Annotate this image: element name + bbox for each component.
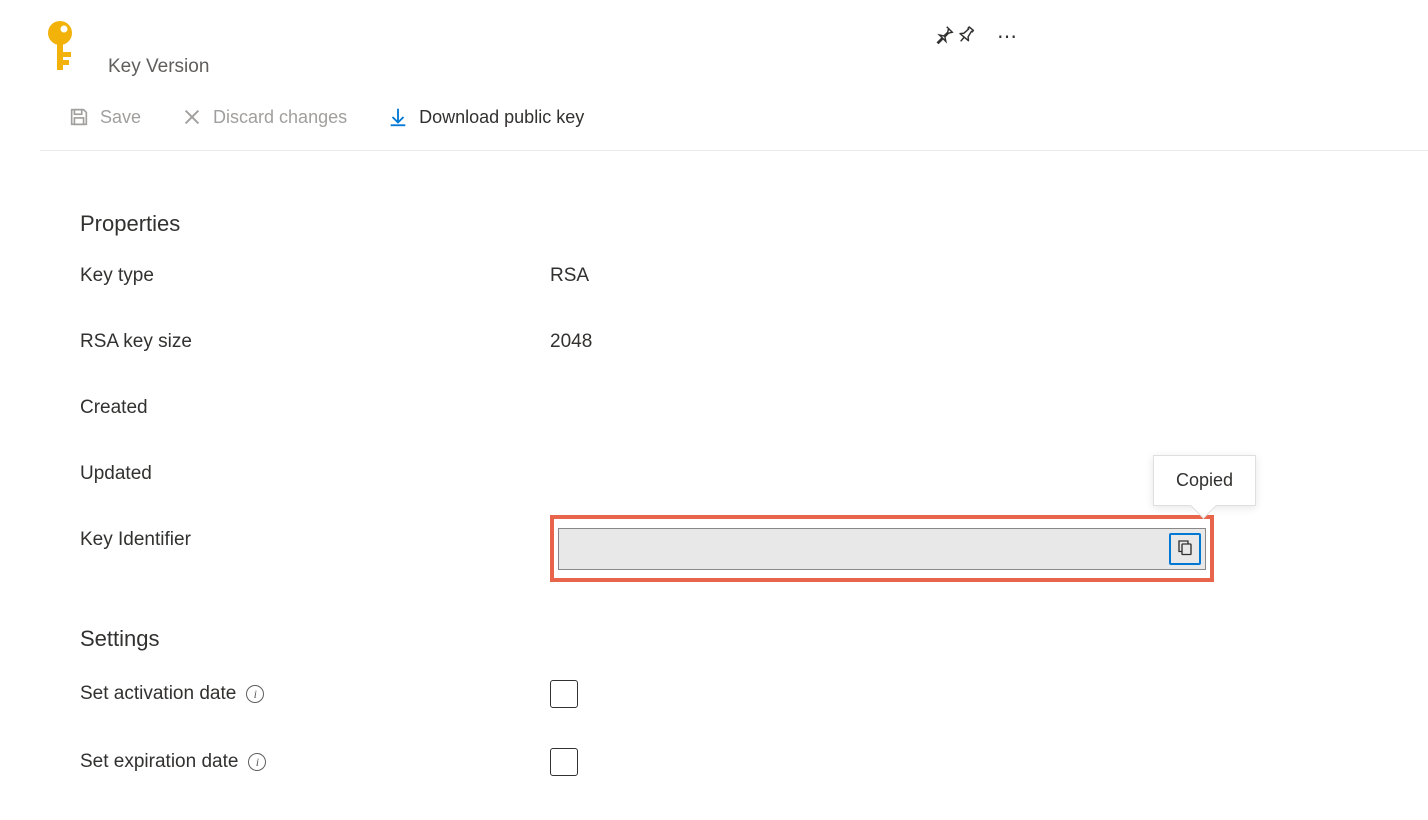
created-row: Created xyxy=(80,397,1428,419)
activation-date-row: Set activation date i xyxy=(80,680,1428,708)
key-identifier-label: Key Identifier xyxy=(80,529,550,551)
download-label: Download public key xyxy=(419,107,584,128)
updated-label: Updated xyxy=(80,463,550,485)
activation-date-checkbox[interactable] xyxy=(550,680,578,708)
key-size-row: RSA key size 2048 xyxy=(80,331,1428,353)
more-button[interactable]: ⋯ xyxy=(993,23,1023,51)
key-icon xyxy=(40,20,88,75)
info-icon[interactable]: i xyxy=(248,753,266,771)
key-type-label: Key type xyxy=(80,265,550,287)
key-type-value: RSA xyxy=(550,265,589,287)
info-icon[interactable]: i xyxy=(246,685,264,703)
ellipsis-icon: ⋯ xyxy=(997,26,1019,48)
discard-button[interactable]: Discard changes xyxy=(173,102,355,132)
key-identifier-highlight: Copied xyxy=(550,515,1214,582)
activation-date-label: Set activation date i xyxy=(80,683,550,705)
settings-heading: Settings xyxy=(80,626,1428,652)
created-label: Created xyxy=(80,397,550,419)
key-identifier-input[interactable] xyxy=(569,540,1169,558)
key-identifier-row: Key Identifier Copied xyxy=(80,529,1428,582)
properties-heading: Properties xyxy=(80,211,1428,237)
content-area: Properties Key type RSA RSA key size 204… xyxy=(40,151,1428,776)
key-type-row: Key type RSA xyxy=(80,265,1428,287)
copy-icon xyxy=(1176,538,1194,559)
page-subtitle: Key Version xyxy=(108,56,209,78)
key-identifier-input-wrap xyxy=(558,528,1206,570)
page-header: Key Version ⋯ xyxy=(40,0,1428,78)
expiration-date-label: Set expiration date i xyxy=(80,751,550,773)
save-button[interactable]: Save xyxy=(60,102,149,132)
close-icon xyxy=(181,106,203,128)
download-button[interactable]: Download public key xyxy=(379,102,592,132)
discard-label: Discard changes xyxy=(213,107,347,128)
save-label: Save xyxy=(100,107,141,128)
pin-button[interactable] xyxy=(929,20,959,53)
key-size-value: 2048 xyxy=(550,331,592,353)
download-icon xyxy=(387,106,409,128)
expiration-date-row: Set expiration date i xyxy=(80,748,1428,776)
pin-icon xyxy=(933,34,955,49)
copy-button[interactable] xyxy=(1169,533,1201,565)
copied-tooltip: Copied xyxy=(1153,455,1256,506)
save-icon xyxy=(68,106,90,128)
pin-icon xyxy=(955,24,977,46)
key-size-label: RSA key size xyxy=(80,331,550,353)
toolbar: Save Discard changes Download public key xyxy=(40,102,1428,151)
tooltip-text: Copied xyxy=(1176,470,1233,490)
expiration-date-checkbox[interactable] xyxy=(550,748,578,776)
